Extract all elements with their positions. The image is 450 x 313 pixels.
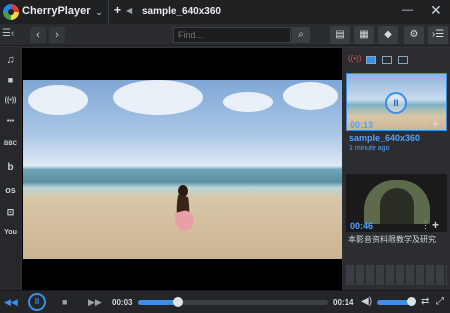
person-on-beach	[174, 185, 194, 231]
cherryplayer-logo-icon	[3, 4, 19, 20]
item-more-icon[interactable]: ⋮	[421, 119, 430, 130]
fullscreen-icon[interactable]: ⤢	[436, 296, 444, 307]
current-time: 00:03	[112, 298, 133, 307]
pause-overlay-icon[interactable]: ll	[385, 92, 407, 114]
volume-icon[interactable]: ◀)	[361, 296, 372, 307]
video-title[interactable]: sample_640x360	[349, 133, 420, 143]
video-camera-icon[interactable]: ■	[0, 75, 21, 85]
back-button[interactable]: ‹	[30, 27, 46, 43]
seek-handle[interactable]	[173, 297, 183, 307]
previous-icon[interactable]: ◀◀	[4, 297, 18, 308]
search-input[interactable]	[173, 27, 291, 43]
pause-button[interactable]: ll	[28, 293, 46, 311]
stop-icon[interactable]: ■	[62, 297, 67, 307]
new-tab-button[interactable]: +	[114, 3, 121, 17]
music-note-icon[interactable]: ♫	[0, 54, 21, 66]
film-strip	[346, 265, 447, 285]
app-menu-chevron-icon[interactable]: ⌄	[92, 4, 106, 20]
minimize-button[interactable]: —	[402, 4, 413, 16]
bbc-icon[interactable]: BBC	[0, 141, 21, 147]
video-duration: 00:13	[350, 120, 374, 130]
video-duration: 00:46	[350, 221, 374, 231]
seek-progress	[138, 300, 178, 305]
tab-divider	[108, 0, 109, 24]
close-button[interactable]: ✕	[430, 2, 442, 19]
panel-toggle-icon[interactable]: ›☰	[428, 26, 448, 44]
collapse-sidebar-icon[interactable]: ☰‹	[2, 28, 14, 39]
add-to-playlist-icon[interactable]: +	[432, 117, 439, 131]
live-icon[interactable]: ((•))	[348, 54, 361, 63]
app-window: CherryPlayer ⌄ + ◀ sample_640x360 — ✕ ☰‹…	[0, 0, 450, 313]
search-icon[interactable]: ⌕	[292, 27, 310, 43]
forward-button[interactable]: ›	[49, 27, 65, 43]
bandcamp-icon[interactable]: b	[0, 162, 21, 173]
lastfm-icon[interactable]: ᴏs	[0, 185, 21, 195]
list-view-icon[interactable]: ▤	[330, 26, 350, 44]
next-icon[interactable]: ▶▶	[88, 297, 102, 308]
video-title[interactable]: 本影音资料限教学及研究	[348, 234, 444, 245]
app-title: CherryPlayer	[22, 5, 91, 17]
view-compact-icon[interactable]	[398, 56, 408, 64]
item-more-icon[interactable]: ⋮	[421, 220, 430, 231]
tab-pin-icon[interactable]: ◀	[126, 6, 132, 15]
add-to-playlist-icon[interactable]: +	[432, 218, 439, 232]
settings-gear-icon[interactable]: ⚙	[404, 26, 424, 44]
paint-bucket-icon[interactable]: ◆	[378, 26, 398, 44]
view-large-icon[interactable]	[366, 56, 376, 64]
twitch-icon[interactable]: ⊡	[0, 207, 21, 218]
grid-view-icon[interactable]: ▦	[354, 26, 374, 44]
more-icon[interactable]: •••	[0, 118, 21, 125]
radio-icon[interactable]: ((•))	[0, 97, 21, 104]
youtube-icon[interactable]: You	[0, 229, 21, 236]
repeat-icon[interactable]: ⇄	[421, 296, 429, 307]
volume-level	[377, 300, 410, 305]
view-list-icon[interactable]	[382, 56, 392, 64]
volume-handle[interactable]	[407, 297, 416, 306]
video-date: 1 minute ago	[349, 145, 390, 152]
tab-title[interactable]: sample_640x360	[142, 6, 221, 17]
total-time: 00:14	[333, 298, 354, 307]
